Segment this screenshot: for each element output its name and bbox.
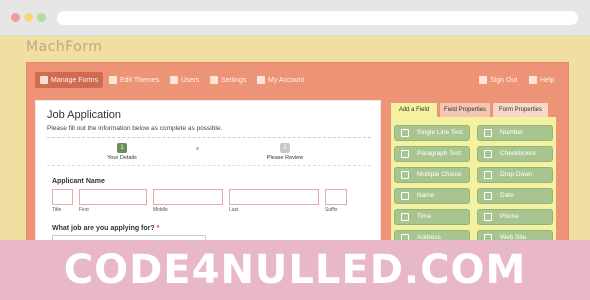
form-description[interactable]: Please fill out the information below as… bbox=[47, 125, 222, 132]
field-multiple-choice[interactable]: Multiple Choice bbox=[394, 167, 470, 183]
nav-manage-forms[interactable]: Manage Forms bbox=[35, 72, 104, 88]
field-single-line-text[interactable]: Single Line Text bbox=[394, 125, 470, 141]
step-1-label: Your Details bbox=[107, 155, 137, 161]
text-icon bbox=[401, 129, 409, 137]
divider bbox=[47, 165, 371, 166]
tab-field-properties[interactable]: Field Properties bbox=[440, 103, 490, 117]
form-title[interactable]: Job Application bbox=[47, 109, 121, 121]
checkbox-icon bbox=[484, 150, 492, 158]
suffix-sublabel: Suffix bbox=[325, 207, 338, 213]
nav-sign-out[interactable]: Sign Out bbox=[479, 72, 517, 88]
first-name-input[interactable] bbox=[79, 189, 147, 205]
step-2-number: 2 bbox=[280, 143, 290, 153]
radio-icon bbox=[401, 171, 409, 179]
calendar-icon bbox=[484, 192, 492, 200]
step-2[interactable]: 2 Please Review bbox=[262, 143, 308, 161]
step-1-number: 1 bbox=[117, 143, 127, 153]
middle-sublabel: Middle bbox=[153, 207, 168, 213]
help-icon bbox=[529, 76, 537, 84]
title-sublabel: Title bbox=[52, 207, 62, 213]
user-icon bbox=[401, 192, 409, 200]
dropdown-icon bbox=[484, 171, 492, 179]
last-sublabel: Last bbox=[229, 207, 239, 213]
watermark-text: CODE4NULLED.COM bbox=[63, 247, 527, 293]
themes-icon bbox=[109, 76, 117, 84]
applicant-name-label: Applicant Name bbox=[52, 178, 105, 185]
field-paragraph-text[interactable]: Paragraph Text bbox=[394, 146, 470, 162]
field-phone[interactable]: Phone bbox=[477, 209, 553, 225]
field-number[interactable]: Number bbox=[477, 125, 553, 141]
main-panel: Manage Forms Edit Themes Users Settings … bbox=[26, 62, 569, 270]
app-logo: MachForm bbox=[26, 39, 103, 55]
field-date[interactable]: Date bbox=[477, 188, 553, 204]
top-navigation: Manage Forms Edit Themes Users Settings … bbox=[27, 63, 568, 95]
tab-add-field[interactable]: Add a Field bbox=[391, 103, 437, 117]
field-name[interactable]: Name bbox=[394, 188, 470, 204]
window-maximize-dot[interactable] bbox=[37, 13, 46, 22]
nav-edit-themes[interactable]: Edit Themes bbox=[109, 72, 159, 88]
step-connector bbox=[196, 147, 199, 150]
gear-icon bbox=[210, 76, 218, 84]
phone-icon bbox=[484, 213, 492, 221]
users-icon bbox=[170, 76, 178, 84]
middle-name-input[interactable] bbox=[153, 189, 223, 205]
tab-form-properties[interactable]: Form Properties bbox=[493, 103, 548, 117]
number-icon bbox=[484, 129, 492, 137]
browser-chrome bbox=[0, 0, 590, 36]
nav-settings[interactable]: Settings bbox=[210, 72, 246, 88]
last-name-input[interactable] bbox=[229, 189, 319, 205]
clock-icon bbox=[401, 213, 409, 221]
address-bar[interactable] bbox=[57, 11, 578, 25]
nav-my-account[interactable]: My Account bbox=[257, 72, 304, 88]
window-minimize-dot[interactable] bbox=[24, 13, 33, 22]
field-time[interactable]: Time bbox=[394, 209, 470, 225]
title-input[interactable] bbox=[52, 189, 73, 205]
job-question-label: What job are you applying for? * bbox=[52, 225, 160, 232]
paragraph-icon bbox=[401, 150, 409, 158]
divider bbox=[47, 137, 371, 138]
suffix-input[interactable] bbox=[325, 189, 347, 205]
nav-users[interactable]: Users bbox=[170, 72, 199, 88]
field-drop-down[interactable]: Drop Down bbox=[477, 167, 553, 183]
required-marker: * bbox=[156, 225, 160, 232]
window-close-dot[interactable] bbox=[11, 13, 20, 22]
first-sublabel: First bbox=[79, 207, 89, 213]
key-icon bbox=[257, 76, 265, 84]
step-1[interactable]: 1 Your Details bbox=[102, 143, 142, 161]
field-checkboxes[interactable]: Checkboxes bbox=[477, 146, 553, 162]
step-2-label: Please Review bbox=[266, 155, 304, 161]
nav-help[interactable]: Help bbox=[529, 72, 554, 88]
sign-out-icon bbox=[479, 76, 487, 84]
forms-icon bbox=[40, 76, 48, 84]
